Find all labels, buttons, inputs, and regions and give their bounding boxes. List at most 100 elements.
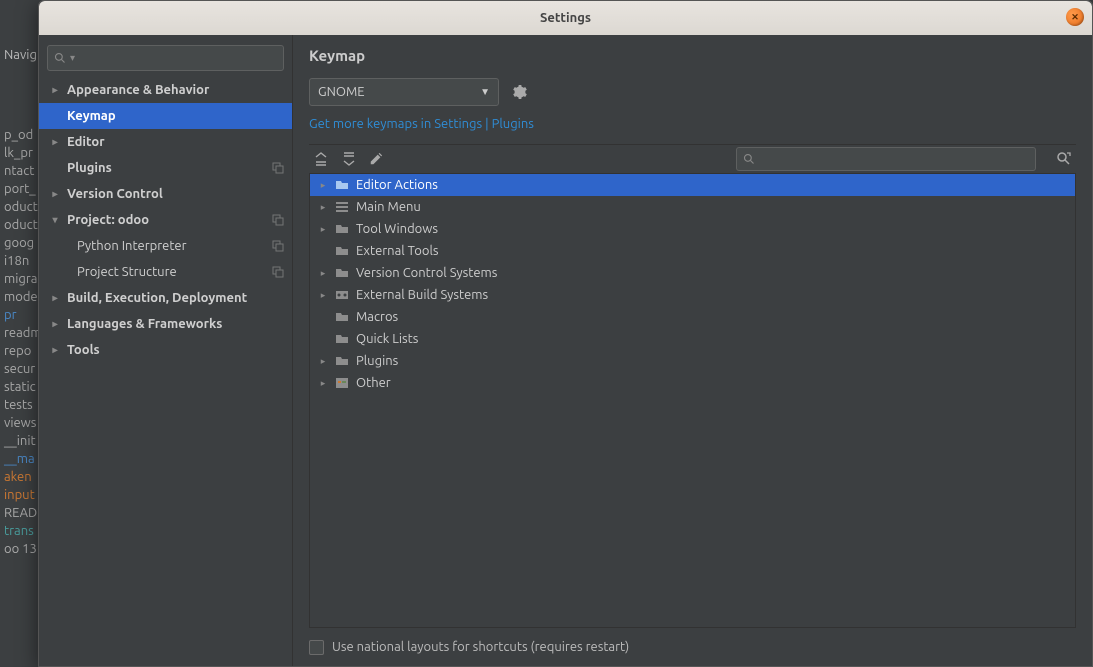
sidebar-item-label: Tools — [67, 343, 100, 357]
action-tree-item-editor-actions[interactable]: ▸ Editor Actions — [310, 174, 1075, 196]
settings-content: Keymap GNOME ▼ Get more keymaps in Setti… — [293, 35, 1092, 666]
expand-arrow-icon: ▸ — [49, 136, 61, 148]
action-tree-item-plugins[interactable]: ▸ Plugins — [310, 350, 1075, 372]
action-tree-label: External Tools — [356, 244, 439, 258]
titlebar: Settings — [39, 1, 1092, 35]
scope-icon — [272, 214, 284, 226]
gear-icon — [511, 84, 527, 100]
action-tree-label: Version Control Systems — [356, 266, 497, 280]
menu-icon — [334, 200, 350, 214]
build-icon — [334, 288, 350, 302]
pencil-icon — [369, 152, 383, 166]
plugins-link[interactable]: Plugins — [492, 117, 534, 131]
folder-icon — [334, 244, 350, 258]
action-tree-item-main-menu[interactable]: ▸Main Menu — [310, 196, 1075, 218]
sidebar-item-label: Version Control — [67, 187, 163, 201]
sidebar-item-label: Appearance & Behavior — [67, 83, 209, 97]
action-tree-label: Macros — [356, 310, 398, 324]
keymap-gear-button[interactable] — [511, 84, 527, 100]
expand-arrow-icon: ▸ — [49, 292, 61, 304]
search-icon — [743, 153, 755, 165]
find-by-shortcut-button[interactable] — [1056, 151, 1072, 167]
national-layouts-checkbox[interactable] — [309, 640, 324, 655]
action-tree-item-macros[interactable]: Macros — [310, 306, 1075, 328]
action-tree-item-external-tools[interactable]: External Tools — [310, 240, 1075, 262]
sidebar-item-label: Languages & Frameworks — [67, 317, 222, 331]
expand-arrow-icon: ▸ — [318, 268, 328, 279]
window-title: Settings — [540, 11, 591, 25]
sidebar-item-version-control[interactable]: ▸ Version Control — [39, 181, 292, 207]
expand-arrow-icon: ▾ — [49, 214, 61, 226]
chevron-down-icon: ▼ — [480, 86, 490, 98]
national-layouts-label: Use national layouts for shortcuts (requ… — [332, 640, 629, 654]
action-tree-label: Plugins — [356, 354, 398, 368]
collapse-all-button[interactable] — [341, 151, 357, 167]
settings-dialog: Settings ▾ ▸ Appearance & Behavior Keymap ▸… — [38, 0, 1093, 667]
close-button[interactable] — [1066, 8, 1084, 26]
sidebar-item-project-odoo[interactable]: ▾ Project: odoo — [39, 207, 292, 233]
folder-icon — [334, 354, 350, 368]
sidebar-item-label: Build, Execution, Deployment — [67, 291, 247, 305]
expand-all-button[interactable] — [313, 151, 329, 167]
folder-icon — [334, 222, 350, 236]
sidebar-item-plugins[interactable]: Plugins — [39, 155, 292, 181]
sidebar-item-keymap[interactable]: Keymap — [39, 103, 292, 129]
action-search-input[interactable] — [736, 147, 1036, 171]
action-tree-label: Other — [356, 376, 391, 390]
action-tree-item-quick-lists[interactable]: Quick Lists — [310, 328, 1075, 350]
action-tree-label: Main Menu — [356, 200, 421, 214]
settings-sidebar: ▾ ▸ Appearance & Behavior Keymap ▸Editor Plu… — [39, 35, 293, 666]
expand-arrow-icon: ▸ — [318, 378, 328, 389]
expand-all-icon — [313, 151, 329, 167]
expand-arrow-icon: ▸ — [49, 344, 61, 356]
folder-icon — [334, 332, 350, 346]
expand-arrow-icon: ▸ — [318, 224, 328, 235]
expand-arrow-icon: ▸ — [49, 84, 61, 96]
sidebar-item-editor[interactable]: ▸Editor — [39, 129, 292, 155]
sidebar-item-appearance-behavior[interactable]: ▸ Appearance & Behavior — [39, 77, 292, 103]
action-tree-item-other[interactable]: ▸ Other — [310, 372, 1075, 394]
folder-icon — [334, 178, 350, 192]
sidebar-item-python-interpreter[interactable]: Python Interpreter — [39, 233, 292, 259]
find-shortcut-icon — [1056, 151, 1072, 167]
sidebar-item-languages-frameworks[interactable]: ▸ Languages & Frameworks — [39, 311, 292, 337]
action-tree-item-tool-windows[interactable]: ▸ Tool Windows — [310, 218, 1075, 240]
sidebar-item-label: Plugins — [67, 161, 112, 175]
keymap-links: Get more keymaps in Settings | Plugins — [309, 114, 1076, 132]
folder-icon — [334, 310, 350, 324]
folder-icon — [334, 266, 350, 280]
action-tree-label: Editor Actions — [356, 178, 438, 192]
action-tree-item-external-build-systems[interactable]: ▸ External Build Systems — [310, 284, 1075, 306]
search-icon — [54, 52, 66, 64]
sidebar-item-project-structure[interactable]: Project Structure — [39, 259, 292, 285]
other-icon — [334, 376, 350, 390]
sidebar-item-label: Project: odoo — [67, 213, 149, 227]
scope-icon — [272, 240, 284, 252]
sidebar-search[interactable]: ▾ — [47, 45, 284, 71]
action-tree-label: Tool Windows — [356, 222, 438, 236]
sidebar-item-label: Project Structure — [77, 265, 177, 279]
page-title: Keymap — [309, 47, 1076, 64]
sidebar-item-label: Keymap — [67, 109, 116, 123]
expand-arrow-icon: ▸ — [318, 180, 328, 191]
sidebar-item-build-execution-deployment[interactable]: ▸ Build, Execution, Deployment — [39, 285, 292, 311]
action-tree-label: External Build Systems — [356, 288, 488, 302]
expand-arrow-icon: ▸ — [49, 188, 61, 200]
get-more-keymaps-link[interactable]: Get more keymaps in Settings — [309, 117, 482, 131]
scope-icon — [272, 266, 284, 278]
sidebar-item-tools[interactable]: ▸ Tools — [39, 337, 292, 363]
combo-value: GNOME — [318, 85, 365, 99]
action-tree-label: Quick Lists — [356, 332, 418, 346]
scope-icon — [272, 162, 284, 174]
expand-arrow-icon: ▸ — [318, 356, 328, 367]
sidebar-item-label: Python Interpreter — [77, 239, 187, 253]
ide-nav-label: Navig — [0, 44, 41, 66]
expand-arrow-icon: ▸ — [318, 290, 328, 301]
collapse-all-icon — [341, 151, 357, 167]
keymap-combo[interactable]: GNOME ▼ — [309, 78, 499, 106]
action-tree[interactable]: ▸Editor Actions▸Main Menu▸Tool WindowsEx… — [309, 174, 1076, 628]
edit-shortcut-button[interactable] — [369, 152, 383, 166]
expand-arrow-icon: ▸ — [49, 318, 61, 330]
keymap-toolbar — [309, 144, 1076, 174]
action-tree-item-version-control-systems[interactable]: ▸ Version Control Systems — [310, 262, 1075, 284]
